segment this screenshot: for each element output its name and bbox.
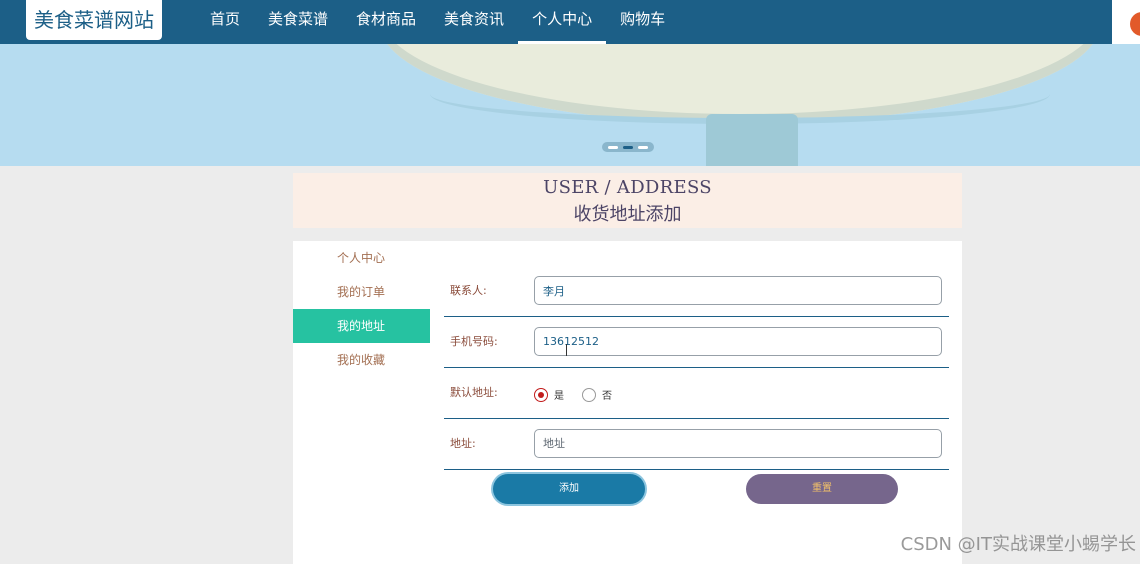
form-row-contact: 联系人: [444, 268, 949, 317]
default-label: 默认地址: [450, 386, 498, 399]
content-panel: 个人中心 我的订单 我的地址 我的收藏 联系人: 手机号码: 默认地址: 是 否… [293, 241, 962, 564]
top-navbar: 美食菜谱网站 首页 美食菜谱 食材商品 美食资讯 个人中心 购物车 [0, 0, 1140, 48]
banner-carousel [0, 44, 1140, 166]
default-yes-label: 是 [554, 391, 564, 402]
form-row-phone: 手机号码: [444, 319, 949, 368]
reset-button[interactable]: 重置 [746, 474, 898, 504]
text-cursor-icon [566, 344, 572, 356]
carousel-indicator[interactable] [602, 142, 654, 152]
default-radio-group: 是 否 [534, 387, 630, 402]
nav-cart[interactable]: 购物车 [606, 0, 679, 44]
form-row-default: 默认地址: 是 否 [444, 370, 949, 419]
carousel-dot[interactable] [637, 145, 648, 149]
phone-label: 手机号码: [450, 335, 498, 348]
sidebar-item-favorites[interactable]: 我的收藏 [293, 343, 430, 377]
default-no-radio[interactable] [582, 387, 596, 402]
site-logo[interactable]: 美食菜谱网站 [26, 0, 162, 40]
carousel-dot[interactable] [608, 145, 619, 149]
banner-image-stem [706, 114, 798, 166]
sidebar-item-personal-center[interactable]: 个人中心 [293, 241, 430, 275]
default-yes-radio[interactable] [534, 387, 548, 402]
nav-recipes[interactable]: 美食菜谱 [254, 0, 342, 44]
avatar[interactable] [1112, 0, 1140, 48]
address-input[interactable] [534, 429, 942, 458]
page-title-en: USER / ADDRESS [543, 177, 712, 198]
form-row-address: 地址: [444, 421, 949, 470]
phone-input[interactable] [534, 327, 942, 356]
nav-news[interactable]: 美食资讯 [430, 0, 518, 44]
watermark: CSDN @IT实战课堂小蜴学长 [900, 534, 1136, 555]
sidebar-item-address[interactable]: 我的地址 [293, 309, 430, 343]
nav-ingredients[interactable]: 食材商品 [342, 0, 430, 44]
sidebar-item-orders[interactable]: 我的订单 [293, 275, 430, 309]
add-button[interactable]: 添加 [493, 474, 645, 504]
sidebar: 个人中心 我的订单 我的地址 我的收藏 [293, 241, 430, 377]
main-nav: 首页 美食菜谱 食材商品 美食资讯 个人中心 购物车 [196, 0, 679, 44]
contact-label: 联系人: [450, 284, 487, 297]
default-no-label: 否 [602, 391, 612, 402]
contact-input[interactable] [534, 276, 942, 305]
address-form: 联系人: 手机号码: 默认地址: 是 否 地址: [444, 268, 949, 472]
nav-home[interactable]: 首页 [196, 0, 254, 44]
page-title-cn: 收货地址添加 [573, 204, 682, 225]
address-label: 地址: [450, 437, 476, 450]
page-title-box: USER / ADDRESS 收货地址添加 [293, 173, 962, 228]
carousel-dot-active[interactable] [622, 145, 633, 149]
nav-personal-center[interactable]: 个人中心 [518, 0, 607, 44]
